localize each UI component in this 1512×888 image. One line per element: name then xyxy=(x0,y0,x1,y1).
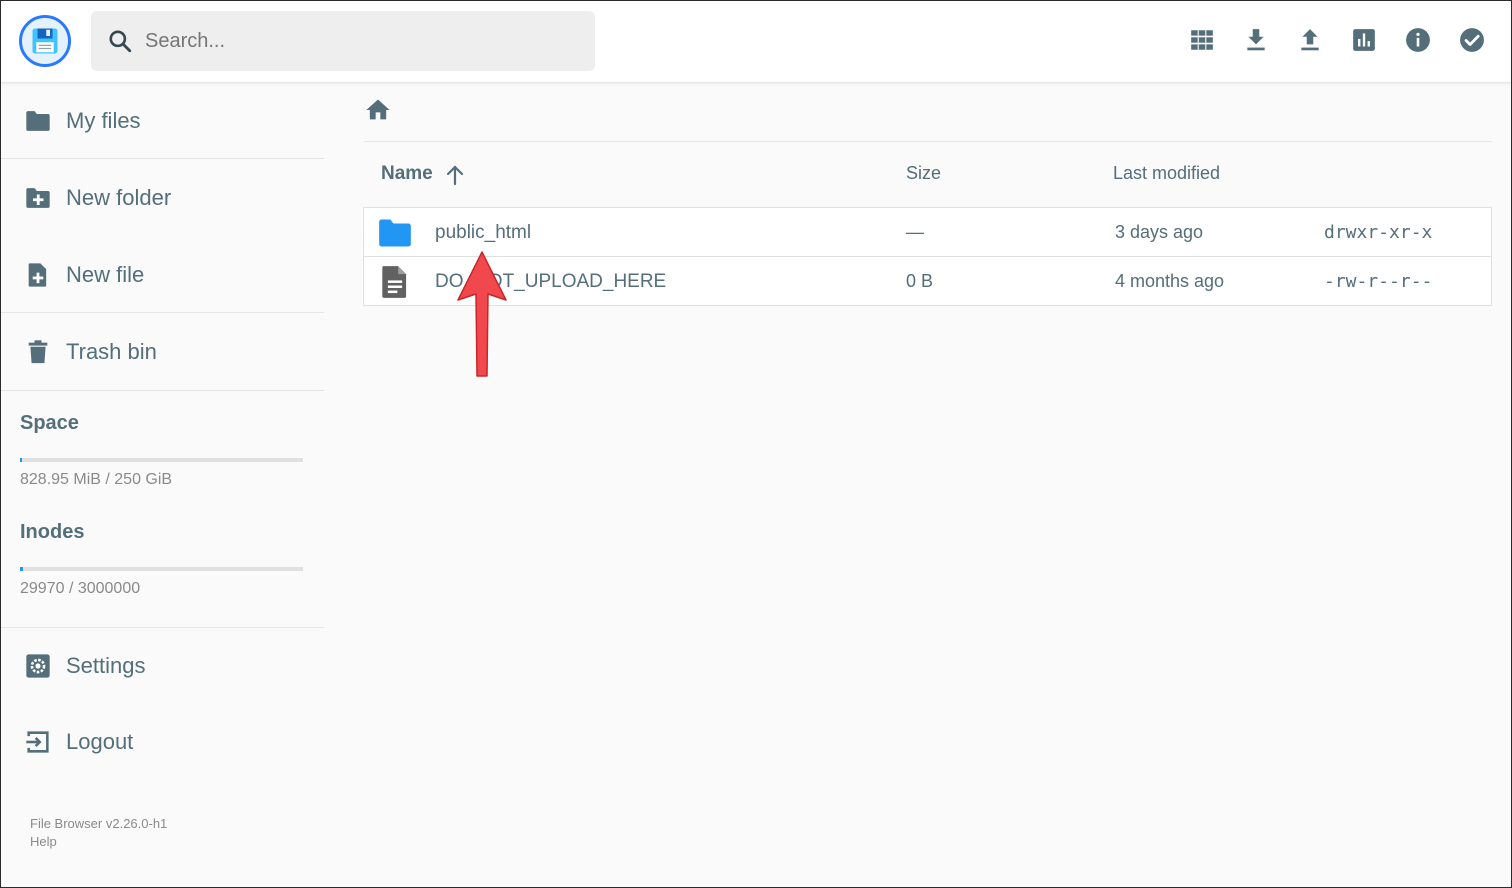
space-label: Space xyxy=(20,412,79,434)
inodes-progress-fill xyxy=(20,567,23,571)
file-listing: public_html — 3 days ago drwxr-xr-x DO_N… xyxy=(363,207,1492,306)
table-row[interactable]: public_html — 3 days ago drwxr-xr-x xyxy=(364,208,1491,257)
file-modified: 3 days ago xyxy=(1115,222,1204,242)
inodes-progress-bar xyxy=(20,567,303,571)
space-progress-bar xyxy=(20,458,303,462)
space-progress-fill xyxy=(20,458,22,462)
sidebar-item-label: My files xyxy=(66,107,141,133)
file-size: — xyxy=(906,222,924,242)
grid-view-icon[interactable] xyxy=(1180,18,1224,62)
sidebar-item-trash-bin[interactable]: Trash bin xyxy=(0,313,324,390)
top-bar xyxy=(0,0,1512,82)
search-icon xyxy=(107,28,133,54)
sidebar-item-new-folder[interactable]: New folder xyxy=(0,159,324,236)
inodes-usage-text: 29970 / 3000000 xyxy=(20,580,141,597)
sidebar-item-label: New folder xyxy=(66,184,172,210)
download-icon[interactable] xyxy=(1234,18,1278,62)
sort-ascending-icon[interactable] xyxy=(443,163,467,187)
file-plus-icon xyxy=(24,261,52,289)
column-header-last-modified[interactable]: Last modified xyxy=(1113,163,1220,184)
file-permissions: drwxr-xr-x xyxy=(1324,222,1433,243)
help-link[interactable]: Help xyxy=(30,834,57,849)
table-row[interactable]: DO_NOT_UPLOAD_HERE 0 B 4 months ago -rw-… xyxy=(364,257,1491,305)
app-logo-icon[interactable] xyxy=(19,15,71,67)
column-header-size[interactable]: Size xyxy=(906,163,941,184)
sidebar-item-label: Settings xyxy=(66,652,146,678)
search-box[interactable] xyxy=(91,11,595,71)
version-text: File Browser v2.26.0-h1 xyxy=(30,816,168,831)
file-permissions: -rw-r--r-- xyxy=(1324,271,1433,292)
space-usage-text: 828.95 MiB / 250 GiB xyxy=(20,471,173,488)
folder-icon xyxy=(24,107,52,135)
sidebar-item-label: Logout xyxy=(66,728,134,754)
sidebar-item-my-files[interactable]: My files xyxy=(0,82,324,159)
sidebar-item-logout[interactable]: Logout xyxy=(0,703,324,780)
breadcrumb-home-icon[interactable] xyxy=(364,96,392,124)
sidebar-item-new-file[interactable]: New file xyxy=(0,236,324,313)
sidebar-item-label: Trash bin xyxy=(66,338,157,364)
search-input[interactable] xyxy=(145,29,565,53)
annotation-arrow-icon xyxy=(457,251,507,377)
header-actions xyxy=(1180,18,1494,62)
check-circle-icon[interactable] xyxy=(1450,18,1494,62)
info-icon[interactable] xyxy=(1396,18,1440,62)
folder-plus-icon xyxy=(24,184,52,212)
breadcrumb-divider xyxy=(364,141,1492,142)
folder-icon xyxy=(376,214,414,252)
file-name[interactable]: public_html xyxy=(435,222,531,244)
sidebar: My files New folder New file Trash bin S… xyxy=(0,82,324,888)
file-size: 0 B xyxy=(906,271,934,291)
sidebar-item-settings[interactable]: Settings xyxy=(0,627,324,704)
upload-icon[interactable] xyxy=(1288,18,1332,62)
inodes-label: Inodes xyxy=(20,521,85,543)
column-header-name[interactable]: Name xyxy=(381,163,433,185)
trash-icon xyxy=(24,338,52,366)
sidebar-item-label: New file xyxy=(66,261,145,287)
divider xyxy=(0,390,324,391)
logout-icon xyxy=(24,728,52,756)
settings-icon xyxy=(24,652,52,680)
file-modified: 4 months ago xyxy=(1115,271,1225,291)
chart-icon[interactable] xyxy=(1342,18,1386,62)
file-icon xyxy=(376,263,414,301)
